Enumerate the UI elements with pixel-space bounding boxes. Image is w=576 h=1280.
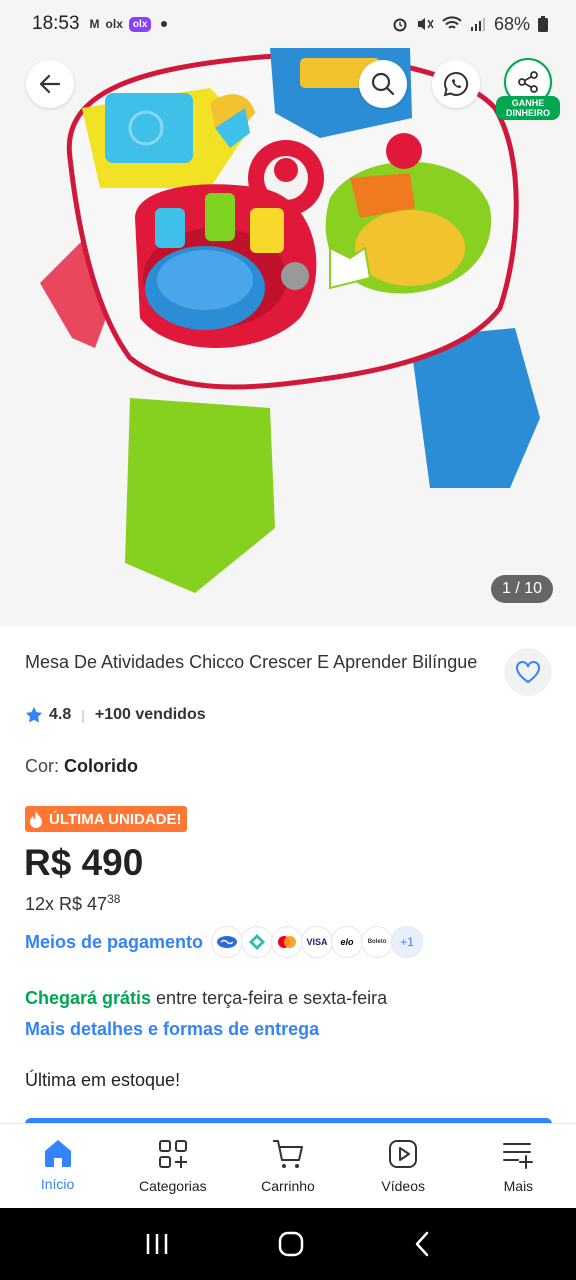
battery-percent: 68% xyxy=(493,13,530,34)
installments-cents: 38 xyxy=(107,892,121,906)
stock-status: Última em estoque! xyxy=(25,1070,181,1090)
delivery-details-link[interactable]: Mais detalhes e formas de entrega xyxy=(25,1019,319,1040)
bottom-navigation: Início Categorias Carrinho Vídeos Mais xyxy=(0,1123,576,1208)
pix-icon xyxy=(241,926,274,958)
gmail-icon: M xyxy=(89,17,100,31)
back-button[interactable] xyxy=(26,60,74,108)
android-back-icon[interactable] xyxy=(412,1230,432,1258)
image-counter: 1 / 10 xyxy=(491,575,553,603)
elo-icon: elo xyxy=(331,926,364,958)
star-icon xyxy=(25,706,43,723)
nav-categories-label: Categorias xyxy=(138,1178,207,1194)
variant-label: Cor: xyxy=(25,756,60,776)
android-navigation-bar xyxy=(0,1208,576,1280)
mute-icon xyxy=(417,18,434,30)
product-image-gallery[interactable]: GANHE DINHEIRO 1 / 10 xyxy=(0,48,576,626)
heart-icon xyxy=(516,661,540,684)
earn-money-line1: GANHE xyxy=(511,98,545,108)
nav-videos[interactable]: Vídeos xyxy=(346,1124,461,1208)
home-icon xyxy=(44,1140,71,1167)
free-shipping-text: Chegará grátis xyxy=(25,988,152,1008)
product-photo xyxy=(40,48,540,593)
arrow-left-icon xyxy=(39,74,61,94)
search-icon xyxy=(371,72,395,96)
favorite-button[interactable] xyxy=(504,648,552,696)
status-time: 18:53 xyxy=(32,13,80,34)
mastercard-icon xyxy=(271,926,304,958)
visa-icon: VISA xyxy=(301,926,334,958)
menu-plus-icon xyxy=(503,1143,534,1169)
mercado-pago-icon xyxy=(211,926,244,958)
status-bar: 18:53 M olx olx 68% xyxy=(0,0,576,48)
notification-icons: M olx olx xyxy=(89,16,168,32)
payment-methods-link[interactable]: Meios de pagamento xyxy=(25,932,203,953)
rating-value: 4.8 xyxy=(49,706,72,723)
categories-icon xyxy=(158,1140,187,1168)
last-unit-text: ÚLTIMA UNIDADE! xyxy=(49,810,182,828)
delivery-info: Chegará grátis entre terça-feira e sexta… xyxy=(25,988,387,1009)
nav-home-label: Início xyxy=(40,1176,75,1192)
product-page: 18:53 M olx olx 68% GANHE DINHEIRO 1 / 1… xyxy=(0,0,576,1280)
payment-methods-row[interactable]: Meios de pagamento VISA elo Boleto +1 xyxy=(25,926,424,958)
earn-money-line2: DINHEIRO xyxy=(505,108,550,118)
nav-videos-label: Vídeos xyxy=(381,1178,425,1194)
nav-more-label: Mais xyxy=(503,1178,534,1194)
sold-count: +100 vendidos xyxy=(94,706,206,723)
boleto-icon: Boleto xyxy=(361,926,394,958)
price: R$ 490 xyxy=(24,842,144,883)
nav-more[interactable]: Mais xyxy=(461,1124,576,1208)
earn-money-badge[interactable]: GANHE DINHEIRO xyxy=(496,96,560,120)
share-icon xyxy=(518,71,538,93)
nav-cart[interactable]: Carrinho xyxy=(230,1124,345,1208)
installments: 12x R$ 4738 xyxy=(25,892,120,915)
payment-icons: VISA elo Boleto +1 xyxy=(211,926,424,958)
alarm-icon xyxy=(393,18,407,32)
flame-icon xyxy=(30,811,42,828)
video-icon xyxy=(389,1140,418,1168)
variant-value: Colorido xyxy=(64,756,139,776)
delivery-window: entre terça-feira e sexta-feira xyxy=(151,988,388,1008)
installments-main: 12x R$ 47 xyxy=(25,894,108,914)
nav-cart-label: Carrinho xyxy=(261,1178,315,1194)
more-notifications-dot xyxy=(161,21,168,27)
nav-home[interactable]: Início xyxy=(0,1124,115,1208)
nav-categories[interactable]: Categorias xyxy=(115,1124,230,1208)
whatsapp-icon xyxy=(443,71,469,97)
product-title: Mesa De Atividades Chicco Crescer E Apre… xyxy=(25,652,478,672)
last-unit-badge: ÚLTIMA UNIDADE! xyxy=(25,806,188,832)
olx-purple-icon: olx xyxy=(128,16,152,32)
cart-icon xyxy=(273,1140,303,1168)
olx-icon: olx xyxy=(105,17,123,31)
battery-icon xyxy=(538,16,548,32)
whatsapp-button[interactable] xyxy=(432,60,480,108)
more-payment-methods[interactable]: +1 xyxy=(391,926,424,958)
variant-selector[interactable]: Cor: Colorido xyxy=(25,756,138,777)
rating-separator: | xyxy=(81,707,85,723)
recent-apps-icon[interactable] xyxy=(144,1232,170,1256)
rating-row[interactable]: 4.8 | +100 vendidos xyxy=(25,706,206,724)
home-button-icon[interactable] xyxy=(277,1230,305,1258)
search-button[interactable] xyxy=(359,60,407,108)
wifi-icon xyxy=(442,16,462,29)
system-status: 68% xyxy=(392,14,548,35)
signal-icon xyxy=(470,18,485,31)
